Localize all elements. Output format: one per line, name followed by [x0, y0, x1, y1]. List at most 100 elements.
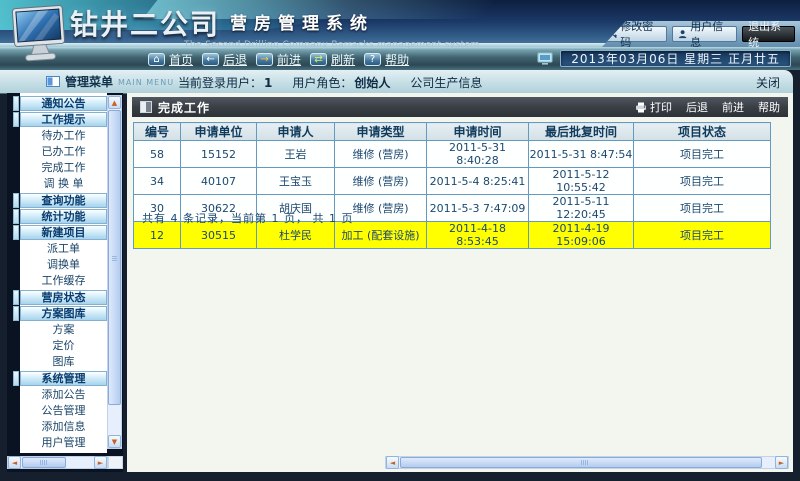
records-table: 编号申请单位申请人申请类型申请时间最后批复时间项目状态 5815152王岩维修 … — [133, 122, 771, 249]
table-cell: 34 — [134, 168, 181, 195]
nav-link-home[interactable]: 首页 — [169, 51, 193, 68]
company-production-info-link[interactable]: 公司生产信息 — [410, 74, 482, 91]
login-user: 当前登录用户：1 — [178, 74, 272, 91]
sidebar-item[interactable]: 图库 — [20, 354, 107, 370]
panel-help-button[interactable]: 帮助 — [758, 99, 780, 115]
main-scroll-left-button[interactable]: ◄ — [386, 456, 399, 469]
scroll-up-button[interactable]: ▲ — [108, 96, 121, 109]
nav-link-forward[interactable]: 前进 — [277, 51, 301, 68]
section-notch — [13, 112, 19, 127]
sidebar-section-header[interactable]: 通知公告 — [20, 96, 107, 111]
scroll-right-button[interactable]: ► — [94, 456, 107, 469]
sidebar-horizontal-scrollbar[interactable]: ◄ ► — [7, 456, 108, 469]
sidebar-section-header[interactable]: 统计功能 — [20, 209, 107, 224]
nav-item-refresh: ⇄ 刷新 — [310, 51, 355, 68]
app-title-suffix: 营房管理系统 — [230, 14, 374, 34]
table-cell: 维修 (营房) — [335, 141, 427, 168]
panel-forward-button[interactable]: 前进 — [722, 99, 744, 115]
table-cell: 2011-4-19 15:09:06 — [529, 222, 634, 249]
sidebar-section-header[interactable]: 系统管理 — [20, 371, 107, 386]
sidebar-vertical-scrollbar[interactable]: ▲ ▼ — [107, 95, 122, 449]
main-content: 完成工作 打印 后退 前进 帮助 编号申请单位申请人申请类型申请时间最后批复时间… — [127, 93, 793, 472]
panel-forward-label: 前进 — [722, 99, 744, 115]
panel-back-button[interactable]: 后退 — [686, 99, 708, 115]
app-title-block: 钻井二公司营房管理系统 The Second Drilling Company … — [70, 3, 480, 50]
table-cell: 2011-5-4 8:25:41 — [427, 168, 529, 195]
menu-title: 管理菜单 — [65, 73, 113, 90]
nav-bar: ⌂ 首页 ← 后退 → 前进 ⇄ 刷新 ? 帮助 2013年03月06日 星期三… — [0, 47, 800, 70]
sidebar-item[interactable]: 添加信息 — [20, 419, 107, 435]
table-cell: 2011-5-3 7:47:09 — [427, 195, 529, 222]
user-info-button[interactable]: 用户信息 — [672, 26, 737, 42]
app-subtitle: The Second Drilling Company Barracks man… — [184, 40, 480, 50]
section-header-label: 通知公告 — [20, 96, 107, 111]
help-icon[interactable]: ? — [364, 53, 381, 66]
table-cell: 项目完工 — [634, 195, 771, 222]
sidebar-section-header[interactable]: 方案图库 — [20, 306, 107, 321]
vertical-scroll-thumb[interactable] — [108, 110, 121, 405]
main-scroll-right-button[interactable]: ► — [775, 456, 788, 469]
user-icon — [678, 29, 687, 39]
section-header-label: 查询功能 — [20, 193, 107, 208]
refresh-icon[interactable]: ⇄ — [310, 53, 327, 66]
section-header-label: 方案图库 — [20, 306, 107, 321]
table-header-row: 编号申请单位申请人申请类型申请时间最后批复时间项目状态 — [134, 123, 771, 141]
horizontal-scroll-thumb[interactable] — [22, 457, 66, 468]
table-row[interactable]: 5815152王岩维修 (营房)2011-5-31 8:40:282011-5-… — [134, 141, 771, 168]
column-header: 编号 — [134, 123, 181, 141]
table-cell: 2011-4-18 8:53:45 — [427, 222, 529, 249]
app-title: 钻井二公司 — [70, 8, 220, 41]
sidebar-item[interactable]: 公告管理 — [20, 403, 107, 419]
table-body: 5815152王岩维修 (营房)2011-5-31 8:40:282011-5-… — [134, 141, 771, 249]
sidebar-item[interactable]: 调换单 — [20, 257, 107, 273]
change-password-button[interactable]: 修改密码 — [602, 26, 667, 42]
nav-link-refresh[interactable]: 刷新 — [331, 51, 355, 68]
sidebar-section-header[interactable]: 查询功能 — [20, 193, 107, 208]
table-cell: 2011-5-12 10:55:42 — [529, 168, 634, 195]
close-link[interactable]: 关闭 — [756, 74, 780, 91]
sidebar-item[interactable]: 用户管理 — [20, 435, 107, 451]
forward-icon[interactable]: → — [256, 53, 273, 66]
nav-link-help[interactable]: 帮助 — [385, 51, 409, 68]
nav-link-back[interactable]: 后退 — [223, 51, 247, 68]
section-notch — [13, 193, 19, 208]
date-display: 2013年03月06日 星期三 正月廿五 — [560, 50, 791, 67]
section-notch — [13, 209, 19, 224]
home-icon[interactable]: ⌂ — [148, 53, 165, 66]
table-row[interactable]: 3440107王宝玉维修 (营房)2011-5-4 8:25:412011-5-… — [134, 168, 771, 195]
sidebar-item[interactable]: 方案 — [20, 322, 107, 338]
main-horizontal-scrollbar[interactable]: ◄ ► — [385, 456, 789, 469]
sidebar-item[interactable]: 定价 — [20, 338, 107, 354]
section-notch — [13, 306, 19, 321]
sidebar-item[interactable]: 调 换 单 — [20, 176, 107, 192]
column-header: 申请时间 — [427, 123, 529, 141]
sidebar-item[interactable]: 添加公告 — [20, 387, 107, 403]
scroll-left-button[interactable]: ◄ — [8, 456, 21, 469]
sidebar-section-header[interactable]: 新建项目 — [20, 225, 107, 240]
user-info-bar: 管理菜单 MAIN MENU ≡ 当前登录用户：1 用户角色：创始人 公司生产信… — [0, 70, 793, 93]
main-horizontal-scroll-thumb[interactable] — [400, 457, 762, 468]
section-header-label: 工作提示 — [20, 112, 107, 127]
printer-icon — [635, 102, 647, 113]
table-cell: 王岩 — [257, 141, 335, 168]
scroll-down-button[interactable]: ▼ — [108, 435, 121, 448]
logout-button[interactable]: 退出系统 — [742, 26, 795, 42]
print-button[interactable]: 打印 — [635, 99, 672, 115]
section-header-label: 系统管理 — [20, 371, 107, 386]
sidebar-item[interactable]: 已办工作 — [20, 144, 107, 160]
header-banner: 钻井二公司营房管理系统 The Second Drilling Company … — [0, 0, 800, 47]
panel-back-label: 后退 — [686, 99, 708, 115]
menu-grid-icon — [46, 76, 60, 87]
back-icon[interactable]: ← — [202, 53, 219, 66]
table-cell: 58 — [134, 141, 181, 168]
sidebar-item[interactable]: 派工单 — [20, 241, 107, 257]
sidebar-section-header[interactable]: 工作提示 — [20, 112, 107, 127]
sidebar-section-header[interactable]: 营房状态 — [20, 290, 107, 305]
sidebar-item[interactable]: 工作缓存 — [20, 273, 107, 289]
panel-title-bar: 完成工作 打印 后退 前进 帮助 — [132, 97, 788, 117]
column-header: 申请类型 — [335, 123, 427, 141]
sidebar-item[interactable]: 待办工作 — [20, 128, 107, 144]
section-header-label: 统计功能 — [20, 209, 107, 224]
sidebar-item[interactable]: 完成工作 — [20, 160, 107, 176]
nav-item-back: ← 后退 — [202, 51, 247, 68]
